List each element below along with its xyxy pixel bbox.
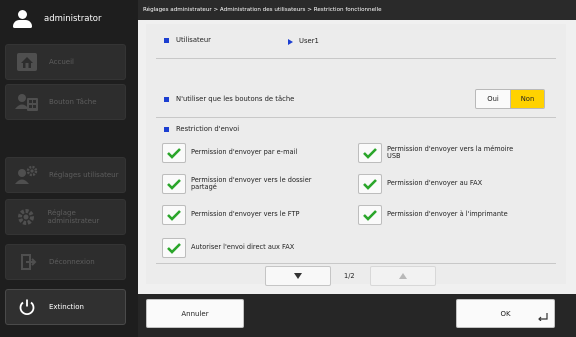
sidebar-item-accueil[interactable]: Accueil [5, 44, 126, 80]
utilisateur-label: Utilisateur [176, 36, 211, 44]
permission-ftp[interactable]: Permission d'envoyer vers le FTP [162, 205, 299, 225]
user-name: administrator [44, 13, 102, 24]
permission-label: Permission d'envoyer vers le dossier par… [191, 175, 312, 191]
divider [156, 58, 556, 59]
cancel-label: Annuler [181, 309, 209, 318]
permission-label: Permission d'envoyer vers la mémoire USB [387, 144, 514, 160]
permission-label: Permission d'envoyer vers le FTP [191, 210, 300, 219]
oui-button[interactable]: Oui [476, 90, 510, 108]
sidebar-item-label: Accueil [49, 58, 74, 66]
sidebar-item-label: Réglages utilisateur [49, 171, 119, 179]
checkbox-checked-icon[interactable] [358, 174, 382, 194]
checkbox-checked-icon[interactable] [162, 205, 186, 225]
section-marker-icon [164, 96, 169, 102]
ok-label: OK [500, 309, 511, 318]
page-indicator: 1/2 [344, 272, 355, 280]
sidebar-item-label: Extinction [49, 303, 84, 311]
task-buttons-only-row: N'utiliser que les boutons de tâche [164, 95, 294, 103]
divider [156, 263, 556, 264]
checkbox-checked-icon[interactable] [162, 143, 186, 163]
triangle-up-icon [399, 273, 407, 279]
cancel-button[interactable]: Annuler [146, 299, 244, 328]
ok-button[interactable]: OK [456, 299, 555, 328]
task-buttons-only-label: N'utiliser que les boutons de tâche [176, 95, 295, 103]
section-marker-icon [164, 126, 169, 132]
sidebar-item-extinction[interactable]: Extinction [5, 289, 126, 325]
task-button-icon [14, 91, 40, 113]
permission-label: Autoriser l'envoi direct aux FAX [191, 243, 295, 252]
non-button[interactable]: Non [510, 90, 544, 108]
sidebar-item-bouton-tache[interactable]: Bouton Tâche [5, 84, 126, 120]
permission-shared-folder[interactable]: Permission d'envoyer vers le dossier par… [162, 174, 331, 194]
sidebar-item-reglage-administrateur[interactable]: Réglage administrateur [5, 199, 126, 235]
utilisateur-value[interactable]: User1 [299, 37, 319, 45]
utilisateur-row: Utilisateur [164, 36, 211, 44]
sidebar-item-deconnexion[interactable]: Déconnexion [5, 244, 126, 280]
permission-label: Permission d'envoyer à l'imprimante [387, 210, 508, 219]
checkbox-checked-icon[interactable] [162, 174, 186, 194]
power-icon [14, 296, 40, 318]
sidebar-item-label: Réglage administrateur [47, 209, 100, 225]
triangle-down-icon [294, 273, 302, 279]
restriction-title: Restriction d'envoi [176, 125, 240, 133]
permission-usb[interactable]: Permission d'envoyer vers la mémoire USB [358, 143, 522, 163]
admin-settings-icon [14, 206, 38, 228]
sidebar: administrator Accueil Bouton Tâche Régla… [0, 0, 138, 337]
oui-non-toggle: Oui Non [475, 89, 545, 109]
section-marker-icon [164, 37, 169, 43]
checkbox-checked-icon[interactable] [358, 205, 382, 225]
sidebar-item-reglages-utilisateur[interactable]: Réglages utilisateur [5, 157, 126, 193]
home-icon [14, 51, 40, 73]
divider [156, 117, 556, 118]
user-settings-icon [14, 164, 40, 186]
arrow-right-icon [288, 39, 293, 45]
checkbox-checked-icon[interactable] [162, 238, 186, 258]
permission-fax[interactable]: Permission d'envoyer au FAX [358, 174, 482, 194]
checkbox-checked-icon[interactable] [358, 143, 382, 163]
breadcrumb: Réglages administrateur > Administration… [138, 0, 576, 20]
permission-email[interactable]: Permission d'envoyer par e-mail [162, 143, 297, 163]
main-panel: Réglages administrateur > Administration… [138, 0, 576, 337]
permission-label: Permission d'envoyer au FAX [387, 179, 483, 188]
page-down-button[interactable] [265, 266, 331, 286]
permission-direct-fax[interactable]: Autoriser l'envoi direct aux FAX [162, 238, 294, 258]
sidebar-item-label: Bouton Tâche [49, 98, 97, 106]
permission-label: Permission d'envoyer par e-mail [191, 148, 298, 157]
logout-icon [14, 251, 40, 273]
sidebar-item-label: Déconnexion [49, 258, 95, 266]
restriction-title-row: Restriction d'envoi [164, 125, 239, 133]
permission-printer[interactable]: Permission d'envoyer à l'imprimante [358, 205, 508, 225]
page-up-button[interactable] [370, 266, 436, 286]
user-avatar-icon [12, 9, 32, 28]
enter-icon [538, 313, 548, 321]
current-user: administrator [0, 0, 138, 37]
